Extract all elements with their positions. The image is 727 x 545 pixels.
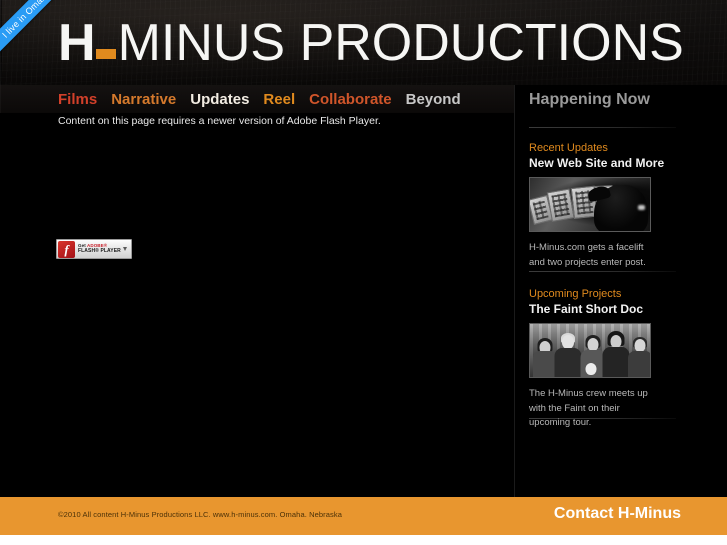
nav-item-films[interactable]: Films bbox=[58, 92, 97, 107]
logo-wordmark: MINUS PRODUCTIONS bbox=[117, 14, 684, 72]
nav-item-narrative[interactable]: Narrative bbox=[111, 92, 176, 107]
site-header: H MINUS PRODUCTIONS I live in Omaha bbox=[0, 0, 727, 85]
nav-item-beyond[interactable]: Beyond bbox=[406, 92, 461, 107]
flash-logo-icon: f bbox=[58, 240, 75, 258]
logo-letter-h: H bbox=[58, 14, 96, 72]
panel-kicker-recent-updates[interactable]: Recent Updates bbox=[529, 142, 713, 154]
nav-item-collaborate[interactable]: Collaborate bbox=[309, 92, 392, 107]
sidebar-panel-upcoming-projects: Upcoming Projects The Faint Short Doc Th… bbox=[529, 288, 713, 431]
site-logo[interactable]: H MINUS PRODUCTIONS bbox=[58, 17, 684, 69]
flash-required-message: Content on this page requires a newer ve… bbox=[58, 115, 381, 127]
sidebar-divider-top bbox=[529, 127, 676, 128]
contact-sheets-image bbox=[530, 178, 650, 231]
panel-description-recent-updates: H-Minus.com gets a facelift and two proj… bbox=[529, 242, 646, 268]
flash-content-stage: Content on this page requires a newer ve… bbox=[0, 113, 514, 497]
sidebar-divider-middle bbox=[529, 271, 676, 272]
panel-kicker-upcoming-projects[interactable]: Upcoming Projects bbox=[529, 288, 713, 300]
sidebar-panel-recent-updates: Recent Updates New Web Site and More H-M… bbox=[529, 142, 713, 270]
nav-item-updates[interactable]: Updates bbox=[190, 92, 249, 107]
happening-now-sidebar: Happening Now Recent Updates New Web Sit… bbox=[514, 85, 727, 497]
orange-dash-icon bbox=[95, 48, 116, 59]
panel-description-upcoming-projects: The H-Minus crew meets up with the Faint… bbox=[529, 388, 648, 429]
sidebar-title: Happening Now bbox=[529, 91, 650, 108]
site-footer: ©2010 All content H-Minus Productions LL… bbox=[0, 497, 727, 535]
get-adobe-flash-player-button[interactable]: f Get ADOBE® FLASH® PLAYER bbox=[56, 239, 132, 259]
panel-thumbnail-contact-sheets[interactable] bbox=[529, 177, 651, 232]
contact-link[interactable]: Contact H-Minus bbox=[554, 505, 681, 523]
page-root: H MINUS PRODUCTIONS I live in Omaha Films… bbox=[0, 0, 727, 545]
page-bottom-spacer bbox=[0, 535, 727, 545]
flash-badge-line2: FLASH® PLAYER bbox=[78, 247, 121, 254]
main-navigation: Films Narrative Updates Reel Collaborate… bbox=[0, 85, 514, 113]
nav-item-reel[interactable]: Reel bbox=[263, 92, 295, 107]
copyright-text: ©2010 All content H-Minus Productions LL… bbox=[58, 510, 342, 519]
download-arrow-icon bbox=[121, 240, 129, 258]
panel-headline-faint-short-doc[interactable]: The Faint Short Doc bbox=[529, 302, 713, 316]
panel-thumbnail-band-photo[interactable] bbox=[529, 323, 651, 378]
band-group-image bbox=[530, 324, 650, 377]
panel-headline-new-web-site[interactable]: New Web Site and More bbox=[529, 156, 713, 170]
flash-badge-text: Get ADOBE® FLASH® PLAYER bbox=[78, 243, 121, 254]
